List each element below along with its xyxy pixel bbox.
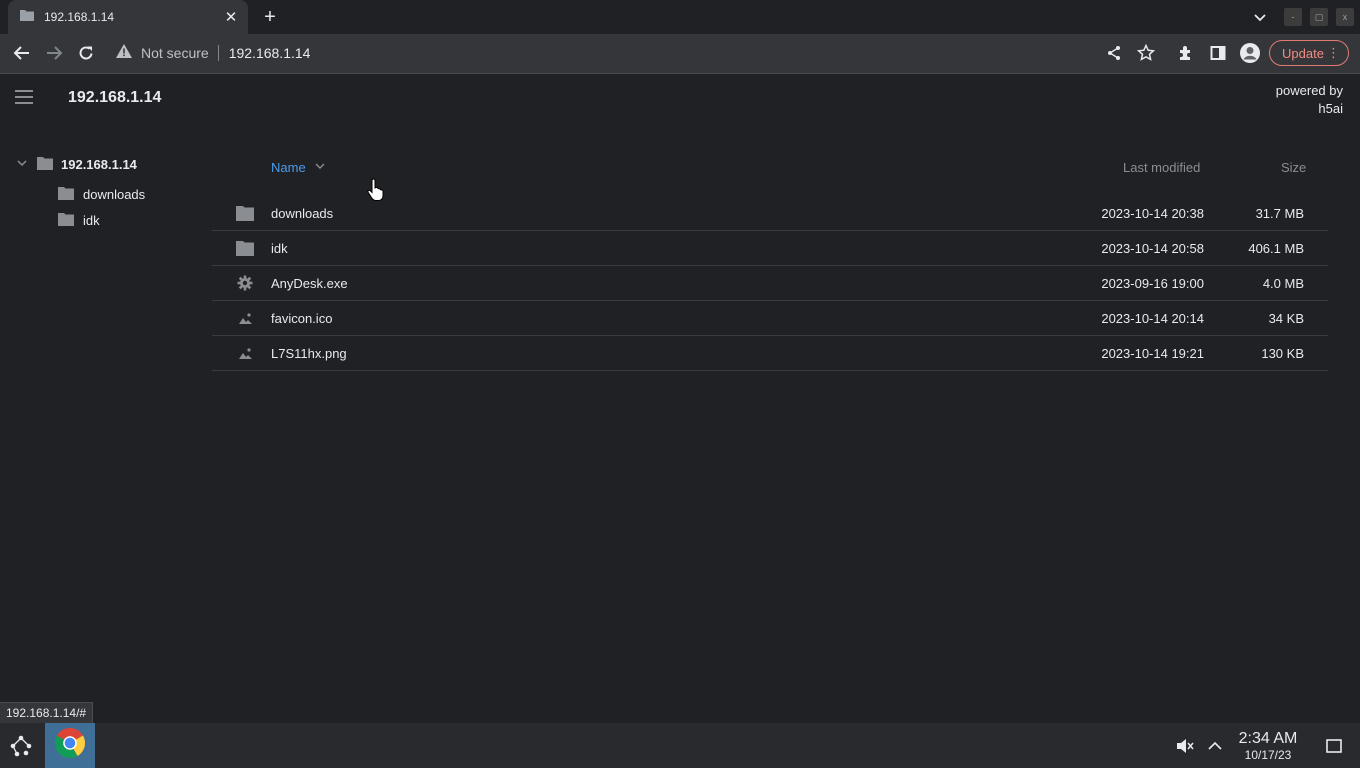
browser-tab[interactable]: 192.168.1.14 ✕ xyxy=(8,0,248,34)
file-size: 31.7 MB xyxy=(1255,206,1304,221)
clock-time: 2:34 AM xyxy=(1238,730,1298,747)
file-list-header: Name Last modified Size xyxy=(0,156,1360,178)
maximize-button[interactable]: ▢ xyxy=(1310,8,1328,26)
gear-icon xyxy=(236,275,254,291)
file-name[interactable]: downloads xyxy=(271,206,333,221)
security-label[interactable]: Not secure xyxy=(141,45,209,61)
file-modified: 2023-10-14 20:58 xyxy=(1101,241,1204,256)
new-tab-button[interactable]: + xyxy=(260,6,280,28)
file-modified: 2023-10-14 20:38 xyxy=(1101,206,1204,221)
file-name[interactable]: favicon.ico xyxy=(271,311,332,326)
chevron-down-icon xyxy=(314,160,326,175)
sort-by-name-button[interactable]: Name xyxy=(271,160,326,175)
sort-by-modified-button[interactable]: Last modified xyxy=(1123,160,1200,175)
page-title[interactable]: 192.168.1.14 xyxy=(68,89,161,107)
volume-muted-icon[interactable] xyxy=(1175,736,1195,756)
file-size: 130 KB xyxy=(1261,346,1304,361)
side-panel-icon[interactable] xyxy=(1207,42,1229,64)
file-size: 406.1 MB xyxy=(1248,241,1304,256)
sort-by-size-button[interactable]: Size xyxy=(1281,160,1306,175)
chrome-icon xyxy=(54,727,86,764)
file-modified: 2023-10-14 20:14 xyxy=(1101,311,1204,326)
folder-icon xyxy=(236,240,254,256)
folder-icon xyxy=(236,205,254,221)
share-icon[interactable] xyxy=(1103,42,1125,64)
tab-title: 192.168.1.14 xyxy=(44,10,115,24)
file-list: downloads 2023-10-14 20:38 31.7 MB idk 2… xyxy=(212,196,1328,371)
update-button[interactable]: Update ⋮ xyxy=(1269,40,1349,66)
folder-icon xyxy=(58,212,74,229)
show-desktop-icon[interactable] xyxy=(1324,736,1344,756)
warning-icon xyxy=(116,44,132,61)
folder-icon xyxy=(20,8,34,26)
bookmark-star-icon[interactable] xyxy=(1135,42,1157,64)
back-button[interactable] xyxy=(11,42,33,64)
tab-strip: 192.168.1.14 ✕ + - ▢ x xyxy=(0,0,1360,34)
extensions-icon[interactable] xyxy=(1175,42,1197,64)
profile-avatar-icon[interactable] xyxy=(1239,42,1261,64)
hand-cursor-icon xyxy=(365,178,387,202)
more-menu-icon[interactable]: ⋮ xyxy=(1327,46,1340,60)
tree-item-downloads[interactable]: downloads xyxy=(58,186,145,203)
file-size: 34 KB xyxy=(1268,311,1304,326)
reload-button[interactable] xyxy=(75,42,97,64)
tree-item-label: downloads xyxy=(83,187,146,202)
chevron-up-icon[interactable] xyxy=(1205,736,1225,756)
close-window-button[interactable]: x xyxy=(1336,8,1354,26)
chrome-taskbar-button[interactable] xyxy=(45,723,95,768)
file-name[interactable]: AnyDesk.exe xyxy=(271,276,348,291)
image-icon xyxy=(236,345,254,361)
hamburger-menu-icon[interactable] xyxy=(15,90,33,104)
update-label: Update xyxy=(1282,45,1324,61)
tab-search-button[interactable] xyxy=(1252,9,1268,25)
forward-button[interactable] xyxy=(43,42,65,64)
app-launcher-icon[interactable] xyxy=(8,733,34,759)
name-header-label: Name xyxy=(271,160,306,175)
file-row-png[interactable]: L7S11hx.png 2023-10-14 19:21 130 KB xyxy=(212,336,1328,371)
file-row-idk[interactable]: idk 2023-10-14 20:58 406.1 MB xyxy=(212,231,1328,266)
url-text[interactable]: 192.168.1.14 xyxy=(229,45,311,61)
file-modified: 2023-10-14 19:21 xyxy=(1101,346,1204,361)
file-name[interactable]: L7S11hx.png xyxy=(271,346,347,361)
tree-item-label: idk xyxy=(83,213,100,228)
close-tab-icon[interactable]: ✕ xyxy=(222,8,240,26)
folder-icon xyxy=(58,186,74,203)
address-divider xyxy=(217,44,219,61)
status-bar-url: 192.168.1.14/# xyxy=(0,702,94,724)
file-row-favicon[interactable]: favicon.ico 2023-10-14 20:14 34 KB xyxy=(212,301,1328,336)
system-clock[interactable]: 2:34 AM 10/17/23 xyxy=(1232,730,1304,762)
clock-date: 10/17/23 xyxy=(1244,748,1292,762)
tree-item-idk[interactable]: idk xyxy=(58,212,100,229)
file-modified: 2023-09-16 19:00 xyxy=(1101,276,1204,291)
taskbar: 2:34 AM 10/17/23 xyxy=(0,723,1360,768)
image-icon xyxy=(236,310,254,326)
address-bar[interactable]: Not secure 192.168.1.14 xyxy=(116,44,310,61)
file-size: 4.0 MB xyxy=(1262,276,1304,291)
file-name[interactable]: idk xyxy=(271,241,288,256)
minimize-button[interactable]: - xyxy=(1284,8,1302,26)
file-row-anydesk[interactable]: AnyDesk.exe 2023-09-16 19:00 4.0 MB xyxy=(212,266,1328,301)
powered-by-link[interactable]: powered by h5ai xyxy=(1263,82,1343,118)
